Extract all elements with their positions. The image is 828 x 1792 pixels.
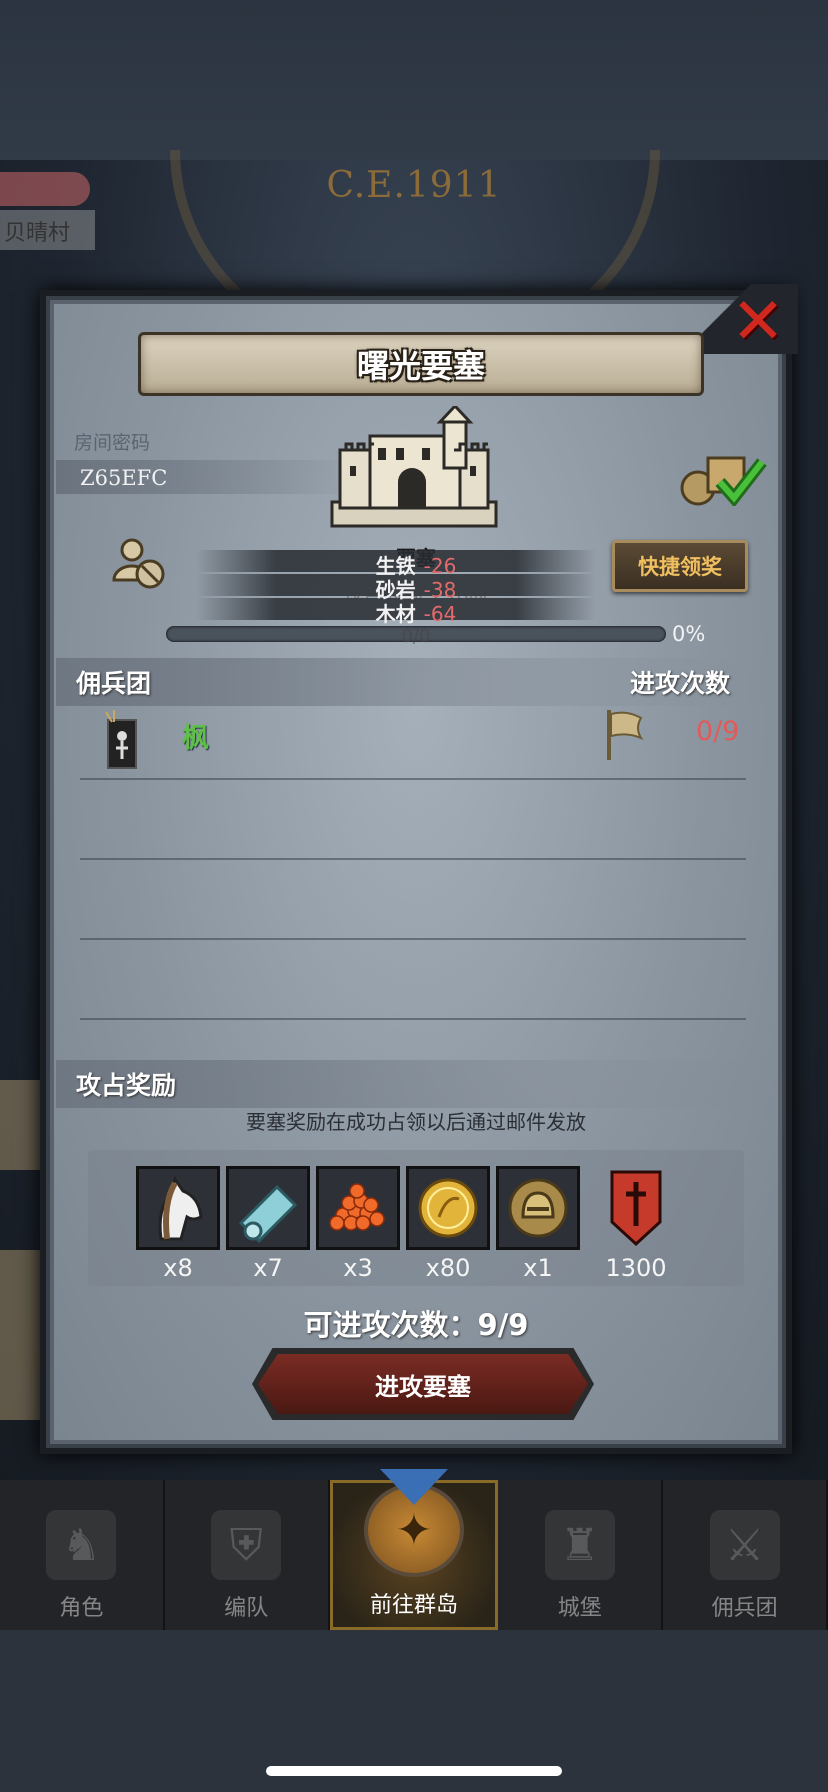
- red-banner-icon: [594, 1166, 678, 1250]
- reward-qty: x80: [425, 1254, 471, 1282]
- resource-name: 木材: [375, 602, 416, 626]
- fortress-modal: ✕ 曙光要塞 房间密码 Z65EFC 要塞 快捷领奖: [40, 284, 798, 1454]
- nav-label: 佣兵团: [711, 1596, 778, 1621]
- claimed-rewards-icon[interactable]: [678, 448, 768, 506]
- reward-item[interactable]: x1: [496, 1166, 580, 1282]
- home-indicator[interactable]: [266, 1766, 562, 1776]
- nav-castle[interactable]: ♜ 城堡: [498, 1480, 664, 1630]
- attack-attempts-remaining: 可进攻次数：9/9: [303, 1308, 529, 1342]
- reward-header: 攻占奖励: [76, 1071, 177, 1100]
- side-panel-decoration: [0, 1080, 40, 1170]
- row-divider: [80, 858, 746, 860]
- reward-qty: 1300: [605, 1254, 667, 1282]
- row-divider: [80, 778, 746, 780]
- modal-title: 曙光要塞: [356, 347, 485, 385]
- reward-item[interactable]: 1300: [594, 1166, 678, 1282]
- reward-note: 要塞奖励在成功占领以后通过邮件发放: [246, 1110, 586, 1134]
- mercenary-name[interactable]: 枫: [182, 716, 209, 755]
- gold-coin-icon: [406, 1166, 490, 1250]
- horse-icon: [136, 1166, 220, 1250]
- reward-item[interactable]: x80: [406, 1166, 490, 1282]
- nav-formation[interactable]: ⛨ 编队: [164, 1480, 330, 1630]
- helmet-medal-icon: [496, 1166, 580, 1250]
- mercenary-header: 佣兵团: [76, 669, 152, 698]
- row-divider: [80, 1018, 746, 1020]
- mercenary-banner-icon: [105, 710, 137, 769]
- close-button[interactable]: ✕: [726, 290, 790, 354]
- bg-flag: [0, 172, 90, 206]
- formation-icon: ⛨: [211, 1510, 282, 1580]
- nav-label: 角色: [59, 1596, 104, 1621]
- reward-qty: x7: [253, 1254, 283, 1282]
- progress-percent: 0%: [672, 622, 706, 646]
- village-label: 贝晴村: [0, 210, 95, 250]
- nav-character[interactable]: ♞ 角色: [0, 1480, 165, 1630]
- resource-value: -64: [423, 602, 457, 626]
- character-icon: ♞: [46, 1510, 117, 1580]
- chevron-down-icon: [379, 1469, 448, 1505]
- room-password-label: 房间密码: [74, 432, 151, 454]
- cloth-roll-icon: [226, 1166, 310, 1250]
- flag-icon: [607, 710, 644, 760]
- bottom-nav: ♞ 角色 ⛨ 编队 ✦ 前往群岛 ♜ 城堡 ⚔ 佣兵团: [0, 1469, 828, 1630]
- era-label: C.E.1911: [326, 165, 502, 206]
- mercenary-icon: ⚔: [709, 1510, 780, 1580]
- top-backdrop: [0, 0, 828, 160]
- title-banner: 曙光要塞: [138, 332, 704, 396]
- attack-fortress-button[interactable]: 进攻要塞: [258, 1354, 588, 1414]
- side-panel-decoration: [0, 1250, 40, 1420]
- nav-label: 前往群岛: [369, 1593, 458, 1618]
- reward-qty: x3: [343, 1254, 373, 1282]
- reward-qty: x1: [523, 1254, 553, 1282]
- reward-item[interactable]: x7: [226, 1166, 310, 1282]
- castle-icon: ♜: [544, 1510, 615, 1580]
- attack-count-header: 进攻次数: [630, 669, 731, 698]
- room-code[interactable]: Z65EFC: [80, 466, 167, 490]
- attack-count: 0/9: [696, 716, 740, 747]
- fortress-icon: [330, 406, 498, 528]
- nav-archipelago[interactable]: ✦ 前往群岛: [329, 1469, 499, 1630]
- nav-label: 编队: [224, 1596, 269, 1621]
- orange-beads-icon: [316, 1166, 400, 1250]
- reward-item[interactable]: x3: [316, 1166, 400, 1282]
- nav-label: 城堡: [557, 1596, 602, 1621]
- close-icon: ✕: [731, 285, 785, 359]
- row-divider: [80, 938, 746, 940]
- nav-mercenary[interactable]: ⚔ 佣兵团: [663, 1480, 828, 1630]
- reward-qty: x8: [163, 1254, 193, 1282]
- reward-item[interactable]: x8: [136, 1166, 220, 1282]
